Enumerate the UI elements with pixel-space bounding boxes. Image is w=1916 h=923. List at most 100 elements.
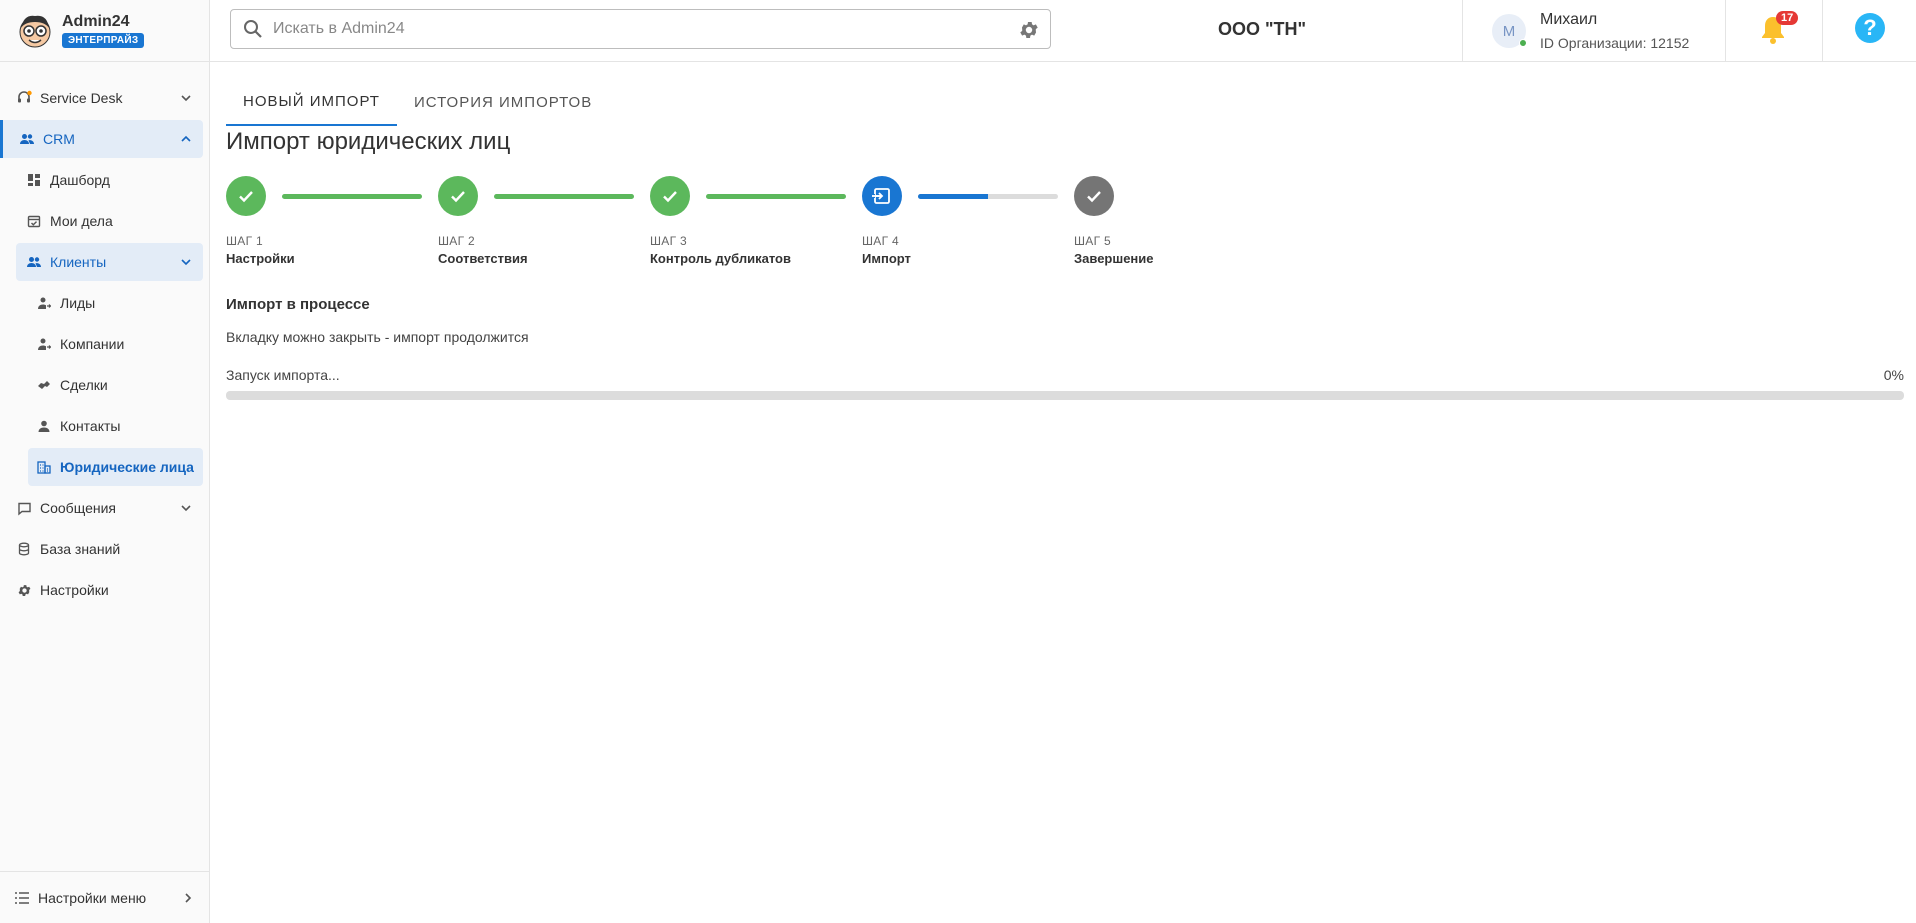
step-connector-fill <box>282 194 422 199</box>
help-icon: ? <box>1863 15 1877 40</box>
sidebar-item-label: База знаний <box>40 541 121 557</box>
import-icon <box>872 188 890 204</box>
divider <box>1462 0 1463 62</box>
chevron-down-icon <box>181 95 191 102</box>
step-label: Настройки <box>226 251 295 266</box>
step-connector-fill <box>706 194 846 199</box>
sidebar-item-leads[interactable]: Лиды <box>28 284 203 322</box>
avatar-initial: M <box>1502 22 1516 40</box>
search-box[interactable] <box>230 9 1051 49</box>
people-icon <box>26 254 42 270</box>
sidebar-item-label: CRM <box>43 131 75 147</box>
step-connector <box>494 194 634 199</box>
step-connector-fill <box>494 194 634 199</box>
chevron-down-icon <box>181 259 191 266</box>
sidebar-item-companies[interactable]: Компании <box>28 325 203 363</box>
sidebar-item-knowledge-base[interactable]: База знаний <box>6 530 203 568</box>
import-status-title: Импорт в процессе <box>226 296 370 313</box>
step-number: ШАГ 1 <box>226 234 264 248</box>
search-settings-gear-icon[interactable] <box>1018 19 1040 41</box>
handshake-icon <box>36 377 52 393</box>
step-number: ШАГ 4 <box>862 234 900 248</box>
person-icon <box>36 418 52 434</box>
menu-settings-button[interactable]: Настройки меню <box>0 871 209 923</box>
sidebar-item-my-tasks[interactable]: Мои дела <box>16 202 203 240</box>
topbar: ООО "ТН" M Михаил ID Организации: 12152 … <box>210 0 1916 62</box>
notification-count-badge: 17 <box>1776 11 1799 25</box>
step-done-circle <box>438 176 478 216</box>
chevron-down-icon <box>181 505 191 512</box>
sidebar-item-settings[interactable]: Настройки <box>6 571 203 609</box>
step-number: ШАГ 5 <box>1074 234 1112 248</box>
sidebar-item-messages[interactable]: Сообщения <box>6 489 203 527</box>
divider <box>1822 0 1823 62</box>
sidebar-item-legal-entities[interactable]: Юридические лица <box>28 448 203 486</box>
progress-header: Запуск импорта... 0% <box>226 367 1904 387</box>
step-connector-fill <box>918 194 988 199</box>
notifications-button[interactable]: 17 <box>1758 11 1799 46</box>
step-label: Контроль дубликатов <box>650 251 791 266</box>
check-icon <box>1087 191 1101 203</box>
sidebar-item-label: Дашборд <box>50 172 110 188</box>
sidebar-item-label: Юридические лица <box>60 459 194 475</box>
check-icon <box>239 191 253 203</box>
search-icon <box>244 20 262 38</box>
dashboard-icon <box>26 172 42 188</box>
step-number: ШАГ 3 <box>650 234 688 248</box>
building-icon <box>36 459 52 475</box>
import-tabs: Новый импорт История импортов <box>226 62 1906 126</box>
brand-name: Admin24 <box>62 13 130 30</box>
import-stepper: ШАГ 1 Настройки ШАГ 2 Соответствия ШАГ 3… <box>226 176 1906 296</box>
sidebar-item-label: Настройки <box>40 582 109 598</box>
sidebar-item-label: Service Desk <box>40 90 123 106</box>
sidebar-item-label: Контакты <box>60 418 121 434</box>
step-pending-circle <box>1074 176 1114 216</box>
help-button[interactable]: ? <box>1855 13 1885 43</box>
headset-icon <box>16 90 32 106</box>
page-title: Импорт юридических лиц <box>226 128 511 155</box>
organization-id: ID Организации: 12152 <box>1540 35 1690 51</box>
sidebar-item-label: Клиенты <box>50 254 107 270</box>
sidebar-item-label: Мои дела <box>50 213 113 229</box>
sidebar-item-label: Лиды <box>60 295 96 311</box>
sidebar-item-service-desk[interactable]: Service Desk <box>6 79 203 117</box>
sidebar-item-contacts[interactable]: Контакты <box>28 407 203 445</box>
search-input[interactable] <box>273 20 993 38</box>
step-connector <box>706 194 846 199</box>
divider <box>1725 0 1726 62</box>
sidebar-item-clients[interactable]: Клиенты <box>16 243 203 281</box>
sidebar-item-dashboard[interactable]: Дашборд <box>16 161 203 199</box>
step-done-circle <box>650 176 690 216</box>
sidebar: Admin24 ЭНТЕРПРАЙЗ Service Desk CRM Дашб… <box>0 0 210 923</box>
tab-new-import[interactable]: Новый импорт <box>226 62 397 126</box>
admin24-logo-icon <box>19 15 51 47</box>
avatar[interactable]: M <box>1492 14 1527 48</box>
sidebar-item-label: Компании <box>60 336 125 352</box>
chevron-up-icon <box>181 135 191 142</box>
sidebar-item-deals[interactable]: Сделки <box>28 366 203 404</box>
progress-percent: 0% <box>1883 367 1904 383</box>
organization-name[interactable]: ООО "ТН" <box>1218 19 1306 40</box>
person-arrow-icon <box>36 336 52 352</box>
step-label: Импорт <box>862 251 911 266</box>
user-profile[interactable]: M Михаил ID Организации: 12152 <box>1492 8 1689 54</box>
online-status-dot <box>1519 39 1527 47</box>
tab-import-history[interactable]: История импортов <box>397 62 609 126</box>
step-current-circle <box>862 176 902 216</box>
gear-icon <box>16 582 32 598</box>
brand[interactable]: Admin24 ЭНТЕРПРАЙЗ <box>0 0 209 62</box>
database-icon <box>16 541 32 557</box>
user-name: Михаил <box>1540 11 1598 28</box>
step-number: ШАГ 2 <box>438 234 476 248</box>
sidebar-item-crm[interactable]: CRM <box>0 120 203 158</box>
chevron-right-icon <box>185 893 192 903</box>
step-done-circle <box>226 176 266 216</box>
person-arrow-icon <box>36 295 52 311</box>
step-connector <box>282 194 422 199</box>
step-label: Соответствия <box>438 251 528 266</box>
sidebar-item-label: Сообщения <box>40 500 116 516</box>
people-icon <box>19 131 35 147</box>
check-icon <box>451 191 465 203</box>
import-progress-bar <box>226 391 1904 400</box>
step-connector <box>918 194 1058 199</box>
